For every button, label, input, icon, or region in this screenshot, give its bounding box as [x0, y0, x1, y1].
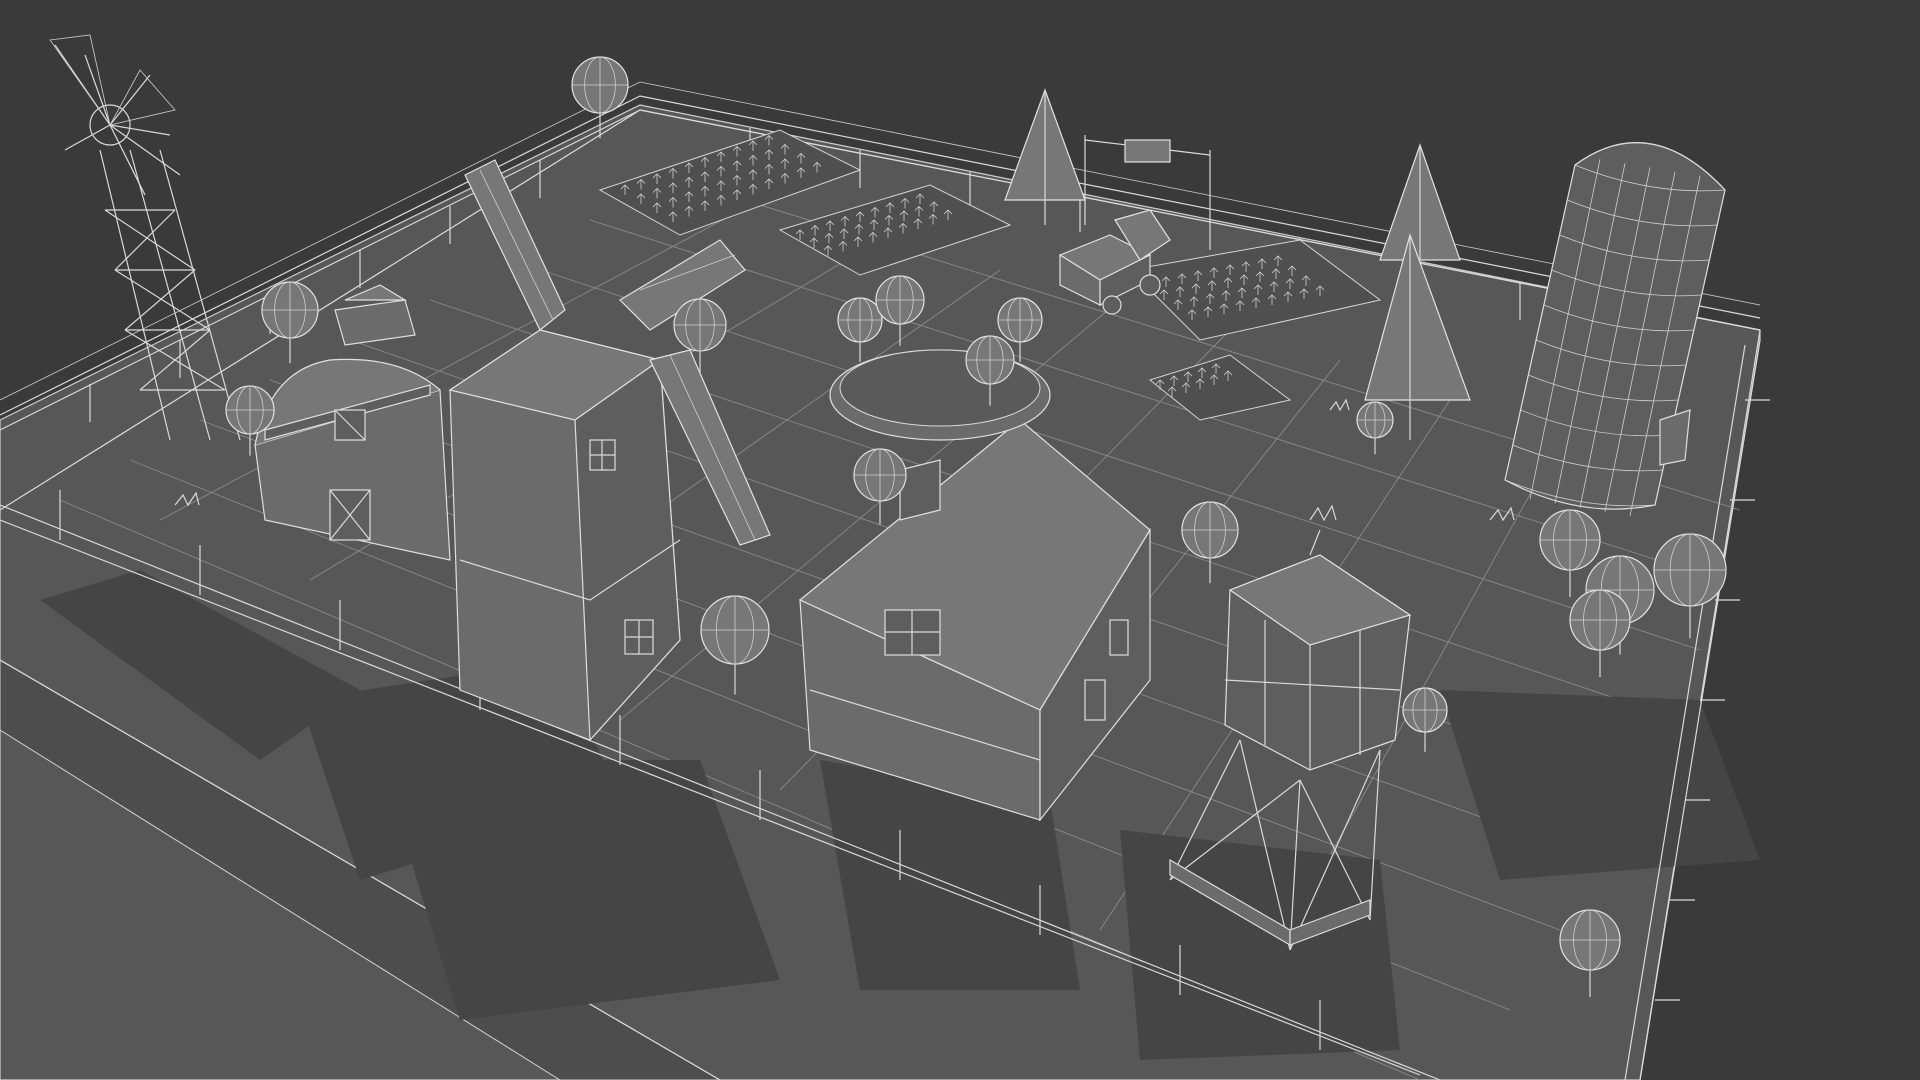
3d-viewport[interactable]	[0, 0, 1920, 1080]
tall-barn	[448, 329, 681, 742]
pond-ring	[829, 349, 1051, 441]
wireframe-scene	[0, 34, 1770, 1080]
